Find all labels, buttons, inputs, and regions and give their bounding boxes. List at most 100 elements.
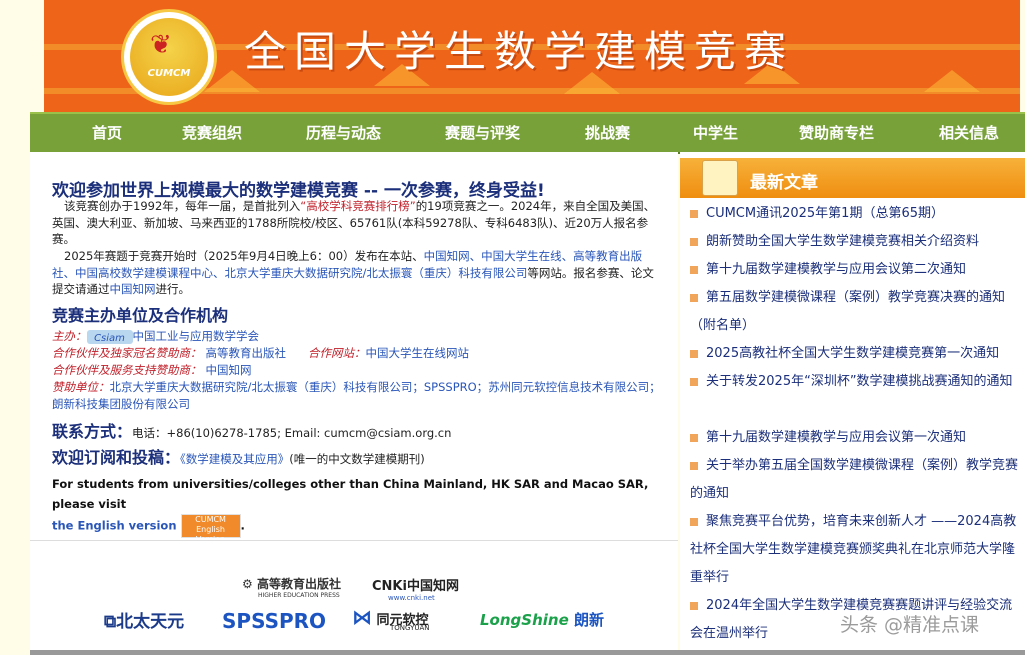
nav-problems-awards[interactable]: 赛题与评奖 <box>445 122 520 143</box>
hep-link[interactable]: 高等教育出版社 <box>206 346 287 360</box>
schedule-text-end: 进行。 <box>155 282 191 296</box>
bullet-icon <box>690 601 698 610</box>
cnki-url: www.cnki.net <box>388 594 435 602</box>
journal-link[interactable]: 《数学建模及其应用》 <box>180 452 289 466</box>
page: ❦ CUMCM 全国大学生数学建模竞赛 首页 竞赛组织 历程与动态 赛题与评奖 … <box>0 0 1025 655</box>
article-link[interactable]: 第五届数学建模微课程（案例）教学竞赛决赛的通知（附名单） <box>690 290 1005 333</box>
left-margin <box>0 0 30 655</box>
bullet-icon <box>690 349 698 358</box>
host-link[interactable]: 中国工业与应用数学学会 <box>133 329 260 343</box>
bullet-icon <box>690 377 698 386</box>
english-text: For students from universities/colleges … <box>52 477 649 511</box>
main-nav: 首页 竞赛组织 历程与动态 赛题与评奖 挑战赛 中学生 赞助商专栏 相关信息 <box>30 112 1025 154</box>
logo-text: CUMCM <box>147 68 191 79</box>
tongyuan-logo[interactable]: ⋈ 同元软控 TONGYUAN <box>352 605 430 632</box>
article-link[interactable]: CUMCM通讯2025年第1期（总第65期） <box>706 206 944 221</box>
beitai-name: 北太天元 <box>116 612 185 632</box>
main-content: 欢迎参加世界上规模最大的数学建模竞赛 -- 一次参赛，终身受益! 该竞赛创办于1… <box>30 152 678 544</box>
spsspro-logo[interactable]: SPSSPRO <box>222 609 326 633</box>
schedule-text: 2025年赛题于竞赛开始时（2025年9月4日晚上6：00）发布在本站、 <box>64 249 424 263</box>
sponsor-logos: ⚙ 高等教育出版社 HIGHER EDUCATION PRESS CNKi中国知网… <box>30 540 678 653</box>
tongyuan-en: TONGYUAN <box>390 624 430 632</box>
organizers-list: 主办： Csiam 中国工业与应用数学学会 合作伙伴及独家冠名赞助商： 高等教育出版社… <box>52 328 662 413</box>
article-link[interactable]: 聚焦竞赛平台优势，培育未来创新人才 ——2024高教社杯全国大学生数学建模竞赛颁… <box>690 514 1016 585</box>
longshine-logo[interactable]: LongShine 朗新 <box>480 609 604 630</box>
hep-name: 高等教育出版社 <box>256 577 341 591</box>
subscribe-title: 欢迎订阅和投稿： <box>52 448 181 467</box>
contact-row: 联系方式：电话：+86(10)6278-1785; Email: cumcm@c… <box>52 418 451 442</box>
bullet-icon <box>690 517 698 526</box>
sponsor-label: 赞助单位： <box>52 380 110 394</box>
article-item[interactable]: 聚焦竞赛平台优势，培育未来创新人才 ——2024高教社杯全国大学生数学建模竞赛颁… <box>690 508 1020 592</box>
cumcm-logo[interactable]: ❦ CUMCM <box>124 12 214 102</box>
organizers-title: 竞赛主办单位及合作机构 <box>52 306 229 325</box>
nav-middle-school[interactable]: 中学生 <box>693 122 738 143</box>
article-item[interactable]: 第十九届数学建模教学与应用会议第一次通知 <box>690 424 1020 452</box>
article-item[interactable]: CUMCM通讯2025年第1期（总第65期） <box>690 200 1020 228</box>
bullet-icon <box>690 209 698 218</box>
sponsor-row: 赞助单位：北京大学重庆大数据研究院/北太振寰（重庆）科技有限公司；SPSSPRO… <box>52 379 662 413</box>
latest-articles-panel: 最新文章 CUMCM通讯2025年第1期（总第65期） 朗新赞助全国大学生数学建… <box>680 152 1025 652</box>
banner-triangle <box>924 70 980 92</box>
watermark: 头条 @精准点课 <box>840 614 980 636</box>
service-row: 合作伙伴及服务支持赞助商： 中国知网 <box>52 362 662 379</box>
article-item[interactable]: 关于举办第五届全国数学建模微课程（案例）教学竞赛的通知 <box>690 452 1020 508</box>
host-row: 主办： Csiam 中国工业与应用数学学会 <box>52 328 662 345</box>
nav-related[interactable]: 相关信息 <box>939 122 999 143</box>
article-link[interactable]: 第十九届数学建模教学与应用会议第二次通知 <box>706 262 966 277</box>
article-link[interactable]: 2025高教社杯全国大学生数学建模竞赛第一次通知 <box>706 346 999 361</box>
partner-row: 合作伙伴及独家冠名赞助商： 高等教育出版社 合作网站：中国大学生在线网站 <box>52 345 662 362</box>
bullet-icon <box>690 461 698 470</box>
contact-info: 电话：+86(10)6278-1785; Email: cumcm@csiam.… <box>132 426 452 440</box>
nav-sponsors[interactable]: 赞助商专栏 <box>799 122 874 143</box>
bottom-scroll-edge <box>30 650 1025 655</box>
univs-link[interactable]: 中国大学生在线网站 <box>366 346 470 360</box>
cnki-logo[interactable]: CNKi中国知网 www.cnki.net <box>372 575 459 602</box>
cnki-link[interactable]: 中国知网 <box>110 282 156 296</box>
bullet-icon <box>690 433 698 442</box>
beitai-logo[interactable]: ⧉北太天元 <box>104 607 184 632</box>
bullet-icon <box>690 265 698 274</box>
article-link[interactable]: 第十九届数学建模教学与应用会议第一次通知 <box>706 430 966 445</box>
english-version-link[interactable]: the English version <box>52 519 177 533</box>
nav-home[interactable]: 首页 <box>92 122 122 143</box>
nav-organization[interactable]: 竞赛组织 <box>182 122 242 143</box>
notepad-icon <box>702 160 738 196</box>
journal-desc: (唯一的中文数学建模期刊) <box>289 452 425 466</box>
article-item[interactable]: 朗新赞助全国大学生数学建模竞赛相关介绍资料 <box>690 228 1020 256</box>
article-link[interactable]: 关于转发2025年“深圳杯”数学建模挑战赛通知的通知 <box>706 374 1013 389</box>
ranking-link[interactable]: “高校学科竞赛排行榜” <box>300 199 415 213</box>
sponsor-links[interactable]: 北京大学重庆大数据研究院/北太振寰（重庆）科技有限公司；SPSSPRO；苏州同元… <box>52 380 661 411</box>
nav-history[interactable]: 历程与动态 <box>306 122 381 143</box>
schedule-paragraph: 2025年赛题于竞赛开始时（2025年9月4日晚上6：00）发布在本站、中国知网… <box>52 248 662 298</box>
longshine-name: LongShine <box>480 611 569 629</box>
english-notice: For students from universities/colleges … <box>52 474 662 544</box>
partner-label: 合作伙伴及独家冠名赞助商： <box>52 346 202 360</box>
hep-en: HIGHER EDUCATION PRESS <box>258 592 340 599</box>
intro-paragraph: 该竞赛创办于1992年，每年一届，是首批列入“高校学科竞赛排行榜”的19项竞赛之… <box>52 198 662 248</box>
site-header-banner: ❦ CUMCM 全国大学生数学建模竞赛 <box>44 0 1020 112</box>
article-item[interactable]: 2025高教社杯全国大学生数学建模竞赛第一次通知 <box>690 340 1020 368</box>
english-version-button[interactable]: CUMCM English Version <box>180 514 241 544</box>
intro-text: 该竞赛创办于1992年，每年一届，是首批列入 <box>64 199 301 213</box>
bullet-icon <box>690 293 698 302</box>
latest-articles-header: 最新文章 <box>680 158 1025 198</box>
article-link[interactable]: 朗新赞助全国大学生数学建模竞赛相关介绍资料 <box>706 234 979 249</box>
cnki-sponsor-link[interactable]: 中国知网 <box>206 363 252 377</box>
bullet-icon <box>690 237 698 246</box>
article-item[interactable]: 第五届数学建模微课程（案例）教学竞赛决赛的通知（附名单） <box>690 284 1020 340</box>
subscribe-row: 欢迎订阅和投稿：《数学建模及其应用》(唯一的中文数学建模期刊) <box>52 444 425 468</box>
article-item[interactable]: 关于转发2025年“深圳杯”数学建模挑战赛通知的通知 <box>690 368 1020 396</box>
longshine-cn: 朗新 <box>574 611 605 629</box>
logo-symbol-icon: ❦ <box>150 30 172 60</box>
latest-articles-title: 最新文章 <box>750 173 818 193</box>
hep-logo[interactable]: ⚙ 高等教育出版社 HIGHER EDUCATION PRESS <box>242 575 341 599</box>
csiam-logo[interactable]: Csiam <box>86 329 133 344</box>
nav-challenge[interactable]: 挑战赛 <box>585 122 630 143</box>
article-link[interactable]: 关于举办第五届全国数学建模微课程（案例）教学竞赛的通知 <box>690 458 1018 501</box>
host-label: 主办： <box>52 329 87 343</box>
contact-title: 联系方式： <box>52 422 133 441</box>
article-item[interactable]: 第十九届数学建模教学与应用会议第二次通知 <box>690 256 1020 284</box>
cnki-name: CNKi中国知网 <box>372 579 459 594</box>
service-label: 合作伙伴及服务支持赞助商： <box>52 363 202 377</box>
